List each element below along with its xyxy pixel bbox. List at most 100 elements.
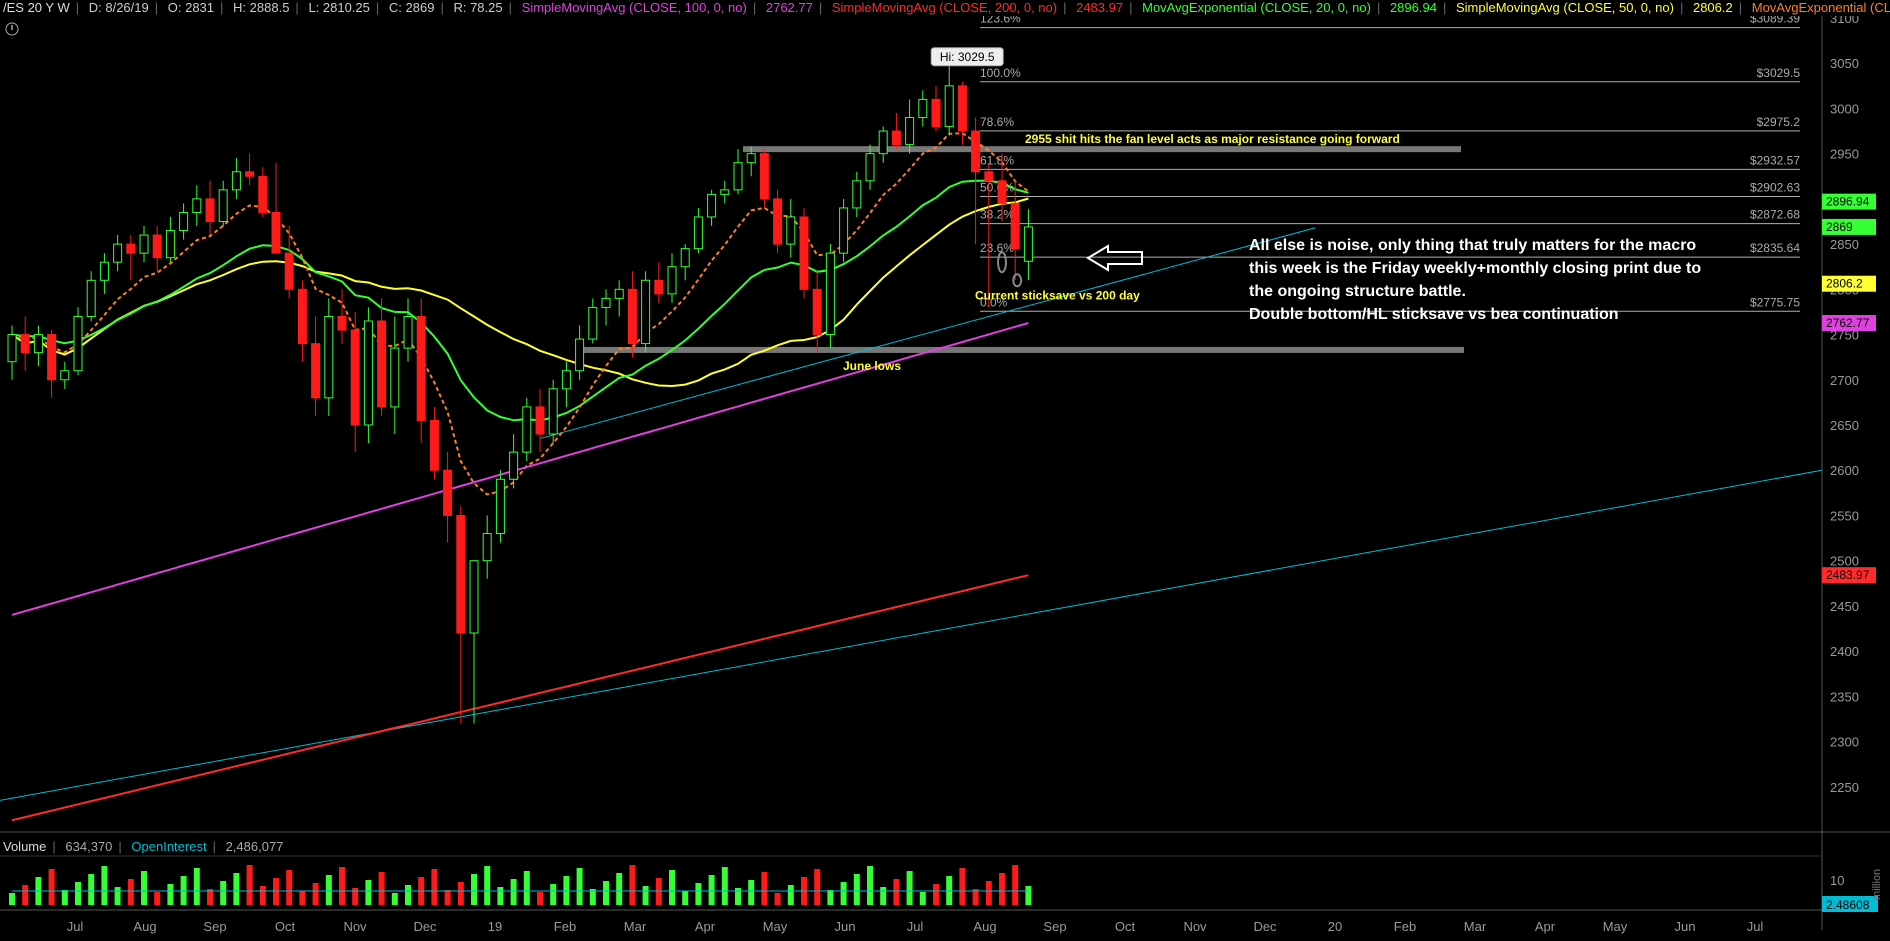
x-tick-label: Feb xyxy=(554,919,576,934)
study-sma100-label[interactable]: SimpleMovingAvg (CLOSE, 100, 0, no) xyxy=(519,0,750,15)
candle-body xyxy=(654,279,664,295)
open-interest-label[interactable]: OpenInterest xyxy=(128,839,209,854)
range-label: R: 78.25 xyxy=(453,0,503,15)
candle-body xyxy=(588,306,598,340)
candle-body xyxy=(997,180,1007,204)
volume-bar xyxy=(299,891,306,905)
candle-body xyxy=(918,98,928,118)
candle-body xyxy=(429,419,439,471)
fib-pct-label: 38.2% xyxy=(980,208,1014,222)
candle-body xyxy=(878,130,888,155)
volume-bar xyxy=(154,892,161,905)
x-tick-label: Jun xyxy=(1675,919,1696,934)
volume-bar xyxy=(1012,865,1019,905)
fib-price-label: $3029.5 xyxy=(1757,66,1801,80)
volume-bar xyxy=(365,880,372,905)
high-label: Hi: 3029.5 xyxy=(940,50,995,64)
study-sma200-label[interactable]: SimpleMovingAvg (CLOSE, 200, 0, no) xyxy=(829,0,1060,15)
candle-body xyxy=(812,288,822,336)
candle-body xyxy=(324,315,334,399)
volume-bar xyxy=(642,886,649,905)
x-tick-label: Dec xyxy=(413,919,437,934)
volume-tag-label: 2.48608 xyxy=(1826,898,1870,912)
x-tick-label: Feb xyxy=(1394,919,1416,934)
candle xyxy=(601,289,611,326)
volume-bar xyxy=(814,869,821,905)
volume-bar xyxy=(669,870,675,905)
volume-bar xyxy=(959,868,966,905)
candle xyxy=(152,226,162,272)
candle-body xyxy=(20,334,30,354)
candle xyxy=(614,280,624,317)
candle-body xyxy=(1023,226,1033,262)
candle xyxy=(60,361,70,389)
candle xyxy=(680,244,690,281)
candle-body xyxy=(271,211,281,254)
x-tick-label: Dec xyxy=(1253,919,1277,934)
volume-bar xyxy=(22,885,29,905)
candle-body xyxy=(561,370,571,390)
candle-body xyxy=(47,334,57,381)
y-tick-label: 2700 xyxy=(1830,373,1859,388)
candle xyxy=(179,203,189,240)
candle xyxy=(297,280,307,362)
volume-bar xyxy=(167,884,174,905)
candle-body xyxy=(839,207,849,254)
symbol-label[interactable]: /ES 20 Y W xyxy=(0,0,73,15)
candle-body xyxy=(627,288,637,345)
y-tick-label: 3000 xyxy=(1830,101,1859,116)
fib-pct-label: 61.8% xyxy=(980,153,1014,167)
candle xyxy=(812,271,822,353)
candle xyxy=(627,271,637,358)
commentary-line: All else is noise, only thing that truly… xyxy=(1249,237,1696,254)
price-chart[interactable]: 2250 2300 2350 2400 2450 2500 2550 2600 2650 2700… xyxy=(0,0,1890,941)
study-ema8-label[interactable]: MovAvgExponential (CLOSE, 8, 0, no) xyxy=(1749,0,1890,15)
candle xyxy=(654,262,664,303)
candle-body xyxy=(905,116,915,146)
study-ema20-label[interactable]: MovAvgExponential (CLOSE, 20, 0, no) xyxy=(1139,0,1374,15)
candle-body xyxy=(416,315,426,421)
candle xyxy=(377,298,387,416)
june-lows-annotation: June lows xyxy=(843,359,901,373)
candle-body xyxy=(86,279,96,317)
volume-unit-label: million xyxy=(1871,869,1883,900)
volume-bar xyxy=(748,880,755,905)
candle xyxy=(403,298,413,362)
x-tick-label: Jun xyxy=(835,919,856,934)
candle-body xyxy=(495,478,505,535)
price-tag-label: 2869 xyxy=(1826,220,1853,234)
y-tick-label: 2850 xyxy=(1830,237,1859,252)
candle-body xyxy=(403,315,413,349)
volume-bar xyxy=(1025,886,1032,905)
candle xyxy=(944,81,954,136)
volume-bar xyxy=(457,882,464,905)
candle xyxy=(482,515,492,579)
ema8-line xyxy=(11,132,1030,496)
candle xyxy=(918,90,928,127)
candle xyxy=(456,506,466,724)
x-tick-label: Apr xyxy=(1535,919,1556,934)
volume-label[interactable]: Volume xyxy=(0,839,49,854)
volume-bar xyxy=(61,890,68,905)
candle xyxy=(667,253,677,303)
candle-body xyxy=(33,334,43,354)
candle-body xyxy=(205,198,215,222)
sma50-line xyxy=(11,197,1029,388)
volume-bar xyxy=(497,887,504,905)
candle-body xyxy=(113,243,123,263)
volume-bar xyxy=(721,867,728,905)
volume-bar xyxy=(880,887,887,905)
candle-body xyxy=(245,171,255,177)
y-tick-label: 2400 xyxy=(1830,644,1859,659)
volume-bar xyxy=(603,881,609,905)
study-sma200-value: 2483.97 xyxy=(1076,0,1124,15)
candle-body xyxy=(720,189,730,195)
volume-bar xyxy=(985,881,992,905)
candle xyxy=(522,397,532,462)
study-sma50-label[interactable]: SimpleMovingAvg (CLOSE, 50, 0, no) xyxy=(1453,0,1677,15)
double-bottom-marker xyxy=(997,251,1007,274)
long-trendline xyxy=(0,469,1823,801)
x-tick-label: Sep xyxy=(203,919,226,934)
candle xyxy=(47,330,57,398)
volume-bar xyxy=(761,872,768,905)
